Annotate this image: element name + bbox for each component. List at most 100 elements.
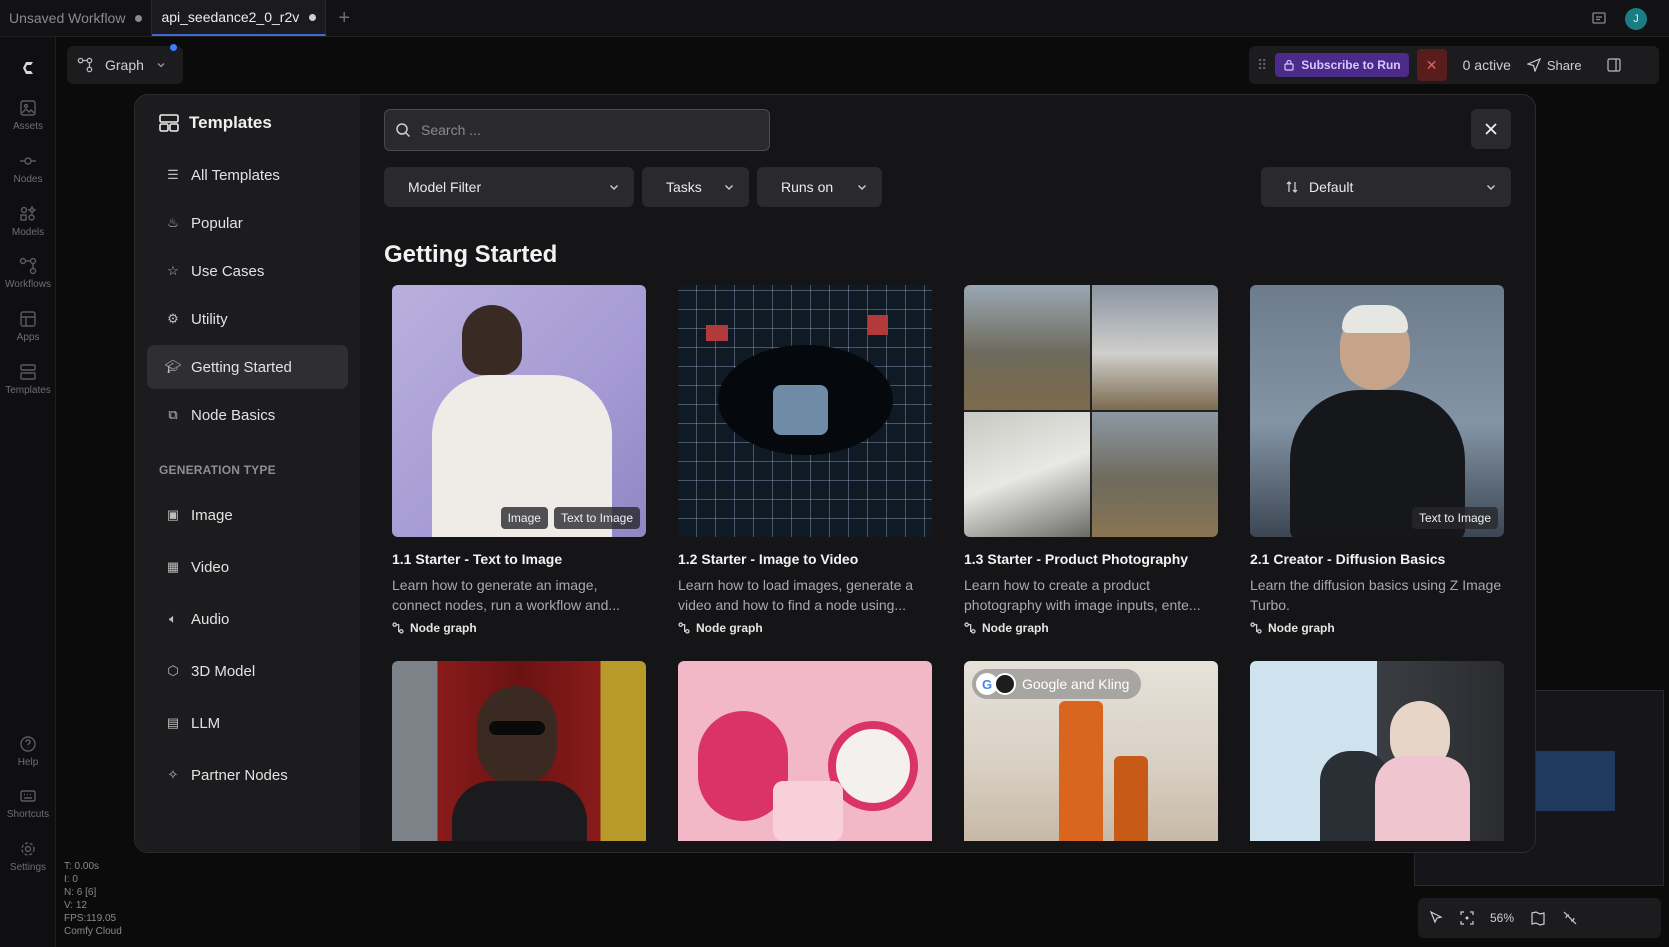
zoom-level[interactable]: 56% [1490,911,1514,925]
template-card[interactable]: 1.3 Starter - Product Photography Learn … [964,285,1218,635]
models-icon [20,205,37,221]
nav-label: Video [191,558,230,576]
nav-label: Partner Nodes [191,766,288,784]
rail-assets[interactable]: Assets [0,99,56,132]
nav-label: Image [191,506,233,524]
card-title: 2.1 Creator - Diffusion Basics [1250,551,1446,567]
templates-sidebar: Templates ☰ All Templates ♨ Popular ☆ Us… [135,95,360,852]
rail-templates[interactable]: Templates [0,363,56,396]
nav-3d-model[interactable]: ⬡ 3D Model [147,647,348,695]
sort-icon [1286,181,1298,193]
workflow-tab-unsaved[interactable]: Unsaved Workflow [0,0,153,36]
figure-hair [1342,305,1408,333]
figure-body [452,781,587,841]
nav-popular[interactable]: ♨ Popular [147,201,348,245]
active-count: 0 active [1462,57,1511,73]
stat-line: T: 0.00s [64,861,100,872]
subscribe-label: Subscribe to Run [1301,58,1401,72]
rail-label: Templates [5,385,51,396]
rail-models[interactable]: Models [0,205,56,238]
speaker-icon: 🔈︎ [169,611,177,626]
photo-quadrant [1092,412,1218,537]
share-label: Share [1546,57,1582,73]
rail-nodes[interactable]: Nodes [0,152,56,185]
badge: Text to Image [1411,507,1498,529]
lock-icon [1284,59,1294,71]
card-thumbnail [392,661,646,841]
avatar[interactable]: J [1625,7,1647,30]
link-off-icon[interactable] [1562,910,1578,926]
kind-label: Node graph [1268,621,1335,635]
unsaved-dot-icon [309,13,317,21]
template-card[interactable] [1250,661,1504,841]
nav-all-templates[interactable]: ☰ All Templates [147,153,348,197]
runs-on-dropdown[interactable]: Runs on [757,167,882,207]
nav-image[interactable]: ▣ Image [147,491,348,539]
nav-node-basics[interactable]: ⧉ Node Basics [147,393,348,437]
nav-llm[interactable]: ▤ LLM [147,699,348,747]
comfy-logo[interactable] [0,57,56,79]
rail-apps[interactable]: Apps [0,310,56,343]
dropdown-label: Model Filter [408,179,482,195]
card-description: Learn how to generate an image, connect … [392,577,621,613]
card-description: Learn the diffusion basics using Z Image… [1250,577,1502,613]
template-card[interactable]: Image Text to Image 1.1 Starter - Text t… [392,285,646,635]
chat-icon[interactable] [1591,11,1607,27]
template-card[interactable] [392,661,646,841]
rail-workflows[interactable]: Workflows [0,257,56,290]
rail-label: Assets [12,121,43,132]
nav-getting-started[interactable]: 🎓︎ Getting Started [147,345,348,389]
panel-toggle-icon[interactable] [1606,57,1622,73]
kind-label: Node graph [410,621,477,635]
card-kind: Node graph [392,621,646,635]
template-card[interactable] [678,661,932,841]
workflow-tab-active[interactable]: api_seedance2_0_r2v [152,0,327,36]
gear-icon [21,842,35,856]
nav-utility[interactable]: ⚙ Utility [147,297,348,341]
card-kind: Node graph [964,621,1218,635]
template-card[interactable]: G Google and Kling [964,661,1218,841]
close-modal-button[interactable] [1471,109,1511,149]
card-title: 1.2 Starter - Image to Video [678,551,859,567]
nav-video[interactable]: ▦ Video [147,543,348,591]
template-card[interactable]: Text to Image 2.1 Creator - Diffusion Ba… [1250,285,1504,635]
flame-icon: ♨ [167,215,179,230]
kling-logo-icon [994,673,1016,695]
nav-partner-nodes[interactable]: ✧ Partner Nodes [147,751,348,799]
subscribe-to-run-button[interactable]: Subscribe to Run [1275,53,1409,77]
model-filter-dropdown[interactable]: Model Filter [384,167,634,207]
map-icon[interactable] [1530,910,1546,926]
sort-dropdown[interactable]: Default [1261,167,1511,207]
graph-mode-dropdown[interactable]: Graph [67,44,183,84]
fit-view-icon[interactable] [1460,911,1474,925]
stat-line: N: 6 [6] [64,887,97,898]
search-input[interactable] [421,122,741,138]
cancel-run-button[interactable]: ✕ [1416,49,1447,81]
share-button[interactable]: Share [1526,57,1582,73]
performance-stats: T: 0.00s I: 0 N: 6 [6] V: 12 FPS:119.05 … [64,860,122,938]
rail-shortcuts[interactable]: Shortcuts [0,787,56,820]
stat-line: I: 0 [64,874,78,885]
image-icon [20,100,36,116]
add-tab-button[interactable]: + [326,0,362,36]
nav-audio[interactable]: 🔈︎ Audio [147,595,348,643]
nav-label: 3D Model [191,662,256,680]
card-description: Learn how to create a product photograph… [964,577,1201,613]
send-icon [1526,58,1541,72]
rail-help[interactable]: Help [0,735,56,768]
nav-use-cases[interactable]: ☆ Use Cases [147,249,348,293]
card-description: Learn how to load images, generate a vid… [678,577,914,613]
graduation-cap-icon: 🎓︎ [164,359,182,374]
dropdown-label: Runs on [781,179,834,195]
template-card[interactable]: 1.2 Starter - Image to Video Learn how t… [678,285,932,635]
section-title: Getting Started [384,241,558,268]
drag-handle-icon[interactable]: ⠿ [1257,57,1267,74]
tasks-dropdown[interactable]: Tasks [642,167,749,207]
card-thumbnail: G Google and Kling [964,661,1218,841]
pointer-icon[interactable] [1428,910,1444,926]
rail-settings[interactable]: Settings [0,840,56,873]
notification-dot-icon [170,44,177,51]
node-graph-icon [678,622,690,634]
tab-label: Unsaved Workflow [9,10,126,26]
templates-title-text: Templates [189,113,272,132]
